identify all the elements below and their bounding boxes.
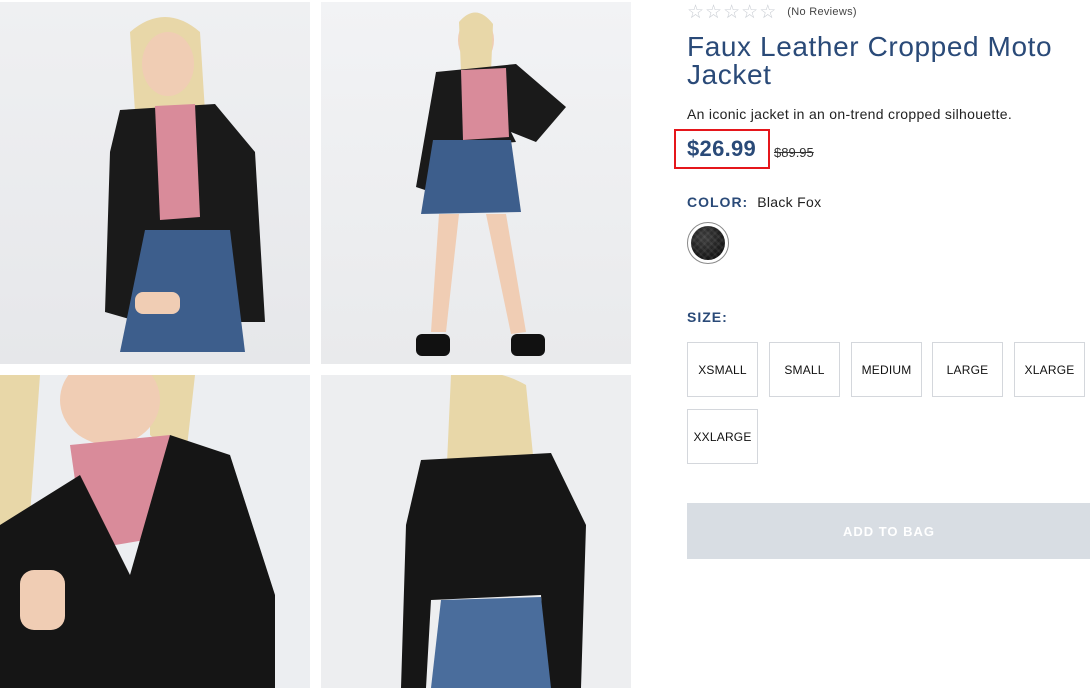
star-empty-icon: ☆ (723, 1, 741, 23)
reviews-count[interactable]: (No Reviews) (787, 6, 857, 18)
product-photo-front[interactable] (0, 2, 310, 364)
rating-row[interactable]: ☆ ☆ ☆ ☆ ☆ (No Reviews) (687, 1, 857, 23)
size-option-xlarge[interactable]: XLARGE (1014, 342, 1085, 397)
color-swatch-black-fox[interactable] (687, 222, 729, 264)
star-empty-icon: ☆ (687, 1, 705, 23)
size-option-large[interactable]: LARGE (932, 342, 1003, 397)
size-option-small[interactable]: SMALL (769, 342, 840, 397)
color-label: COLOR: (687, 194, 749, 210)
size-option-medium[interactable]: MEDIUM (851, 342, 922, 397)
color-row: COLOR: Black Fox (687, 194, 821, 210)
star-rating: ☆ ☆ ☆ ☆ ☆ (687, 1, 777, 23)
star-empty-icon: ☆ (759, 1, 777, 23)
sale-price: $26.99 (687, 136, 757, 161)
product-info-panel: ☆ ☆ ☆ ☆ ☆ (No Reviews) Faux Leather Crop… (674, 0, 1090, 688)
star-empty-icon: ☆ (741, 1, 759, 23)
color-swatch-fill (691, 226, 725, 260)
product-photo-back[interactable] (321, 375, 631, 688)
star-empty-icon: ☆ (705, 1, 723, 23)
color-value: Black Fox (757, 194, 822, 210)
add-to-bag-button[interactable]: ADD TO BAG (687, 503, 1090, 559)
original-price: $89.95 (774, 145, 814, 160)
size-option-xsmall[interactable]: XSMALL (687, 342, 758, 397)
size-option-xxlarge[interactable]: XXLARGE (687, 409, 758, 464)
product-photo-full-body[interactable] (321, 2, 631, 364)
size-label: SIZE: (687, 309, 728, 325)
product-photo-detail[interactable] (0, 375, 310, 688)
product-title: Faux Leather Cropped Moto Jacket (687, 31, 1053, 90)
product-description: An iconic jacket in an on-trend cropped … (687, 106, 1013, 122)
